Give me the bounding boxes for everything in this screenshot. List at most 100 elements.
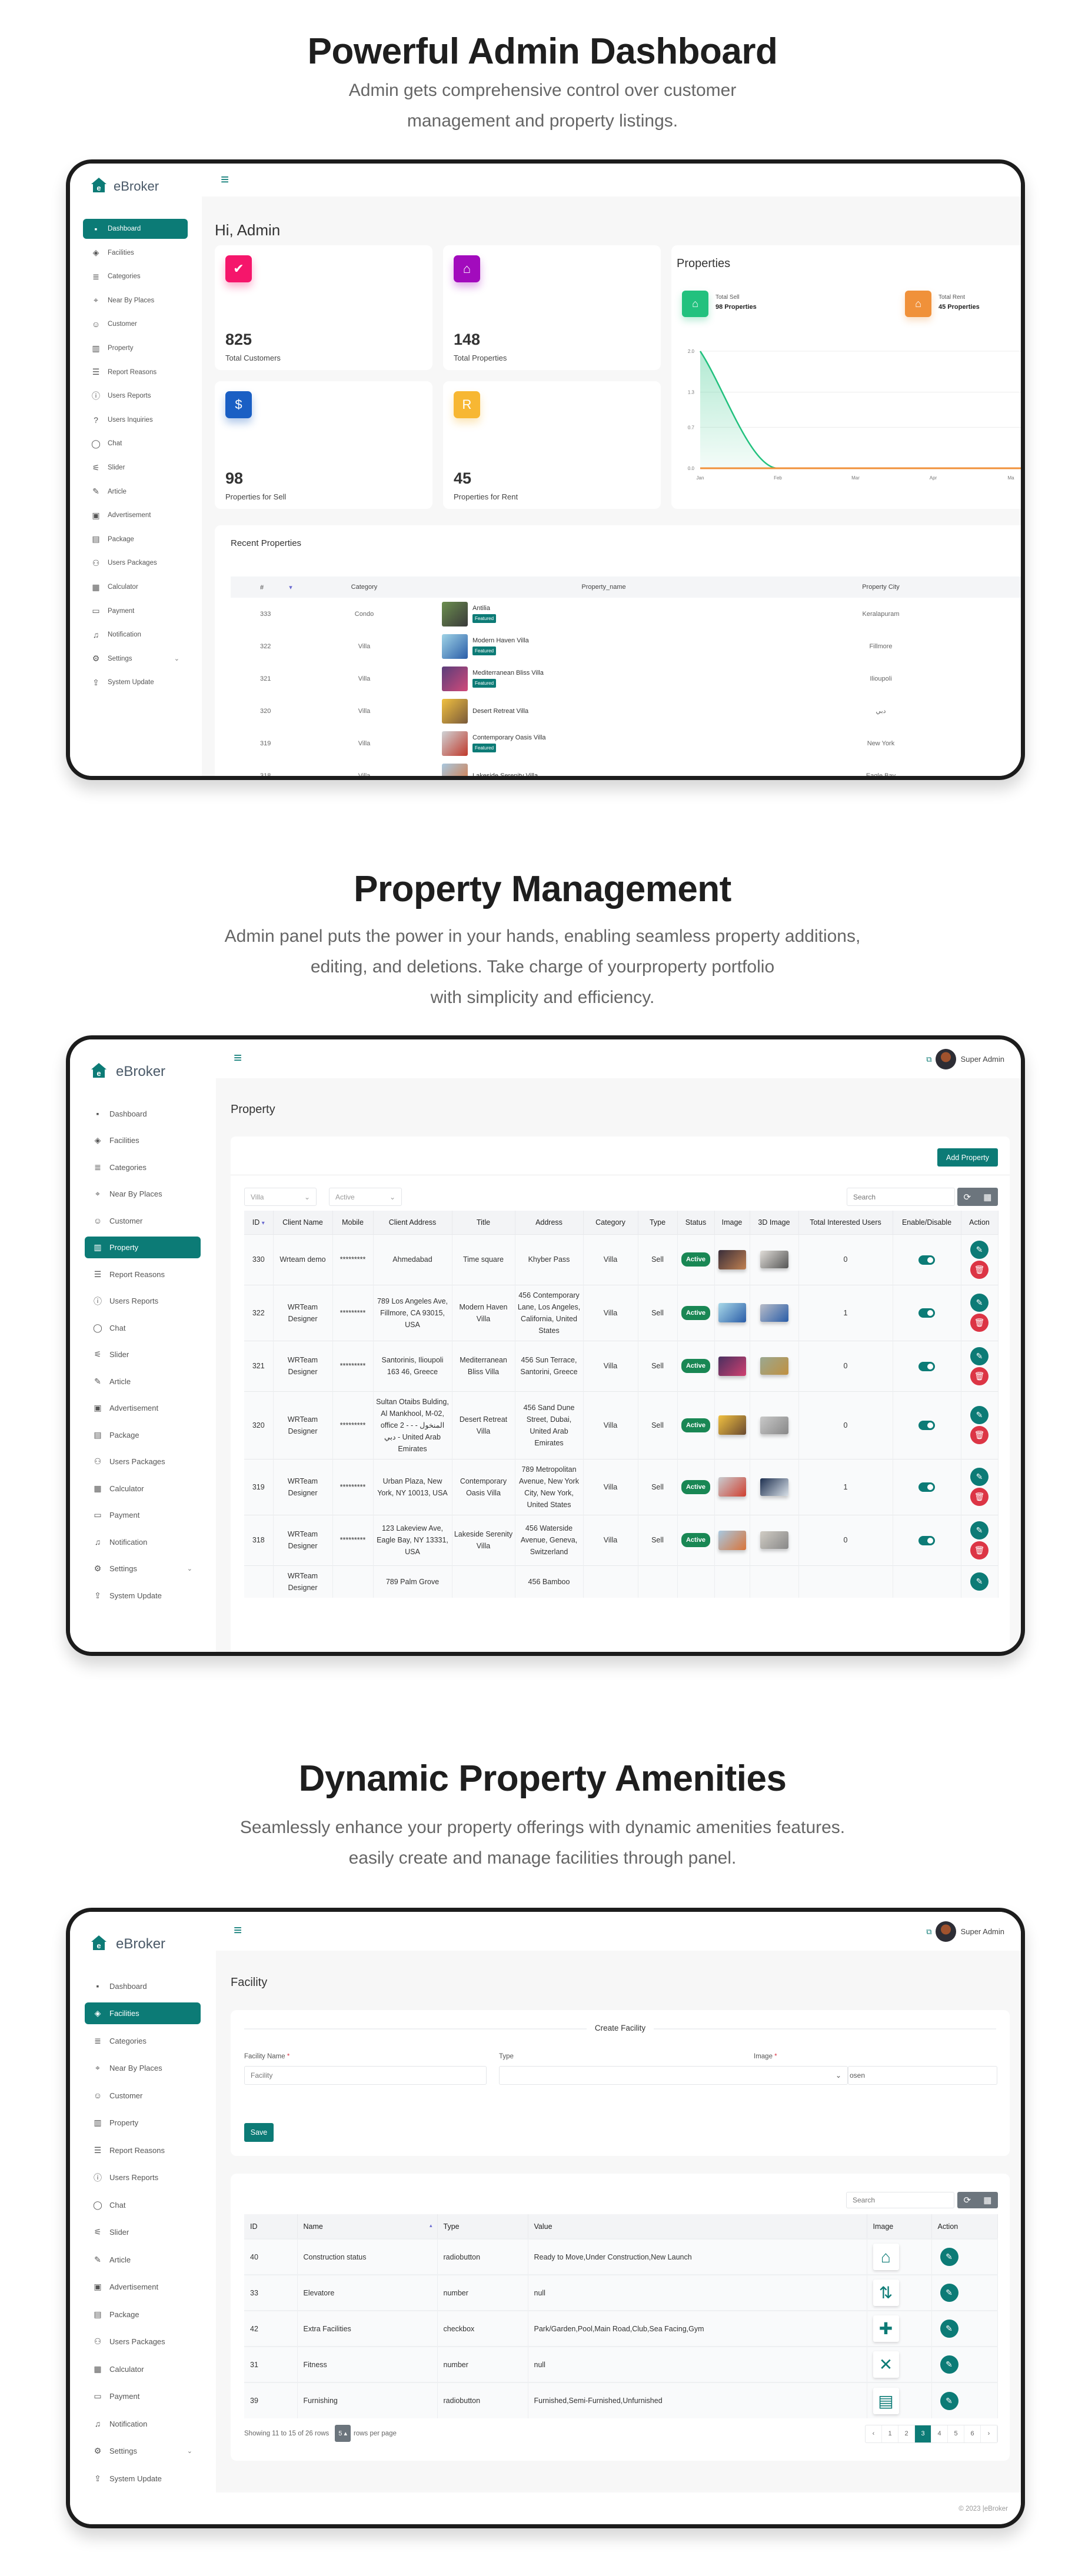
sidebar-item-system-update[interactable]: ⇪ System Update bbox=[85, 2468, 201, 2490]
sidebar-item-slider[interactable]: ⚟ Slider bbox=[85, 2221, 201, 2243]
sidebar-item-advertisement[interactable]: ▣ Advertisement bbox=[85, 1397, 201, 1419]
table-row[interactable]: 320 WRTeam Designer ********* Sultan Otaib… bbox=[244, 1391, 999, 1459]
table-row[interactable]: 40 Construction status radiobutton Ready to… bbox=[244, 2238, 998, 2275]
delete-icon[interactable]: 🗑︎ bbox=[970, 1488, 989, 1506]
page-5-button[interactable]: 5 bbox=[948, 2425, 964, 2442]
edit-icon[interactable]: ✎ bbox=[970, 1240, 989, 1259]
table-row[interactable]: 322 Villa Modern Haven Villa Featured Fill… bbox=[231, 630, 1021, 662]
column-header[interactable]: Title bbox=[452, 1211, 515, 1234]
column-header[interactable]: Action bbox=[961, 1211, 999, 1234]
sidebar-item-categories[interactable]: ≣ Categories bbox=[85, 2030, 201, 2052]
user-menu[interactable]: ⧉ Super Admin bbox=[926, 1049, 1004, 1069]
property-image[interactable] bbox=[718, 1415, 746, 1435]
property-3d-image[interactable] bbox=[760, 1304, 788, 1322]
table-row[interactable]: 319 Villa Contemporary Oasis Villa Feature… bbox=[231, 727, 1021, 759]
type-select[interactable]: ⌄ bbox=[499, 2066, 848, 2085]
edit-icon[interactable]: ✎ bbox=[940, 2391, 958, 2410]
column-header[interactable]: Client Name bbox=[273, 1211, 333, 1234]
sidebar-item-article[interactable]: ✎ Article bbox=[83, 482, 188, 502]
column-header[interactable]: Name ▴ bbox=[297, 2214, 438, 2239]
enable-toggle[interactable] bbox=[918, 1421, 935, 1431]
property-3d-image[interactable] bbox=[760, 1478, 788, 1496]
sidebar-item-slider[interactable]: ⚟ Slider bbox=[83, 458, 188, 478]
sidebar-item-report-reasons[interactable]: ☰ Report Reasons bbox=[85, 1264, 201, 1285]
edit-icon[interactable]: ✎ bbox=[940, 2355, 958, 2374]
sidebar-item-notification[interactable]: ♫ Notification bbox=[85, 1531, 201, 1553]
sidebar-item-customer[interactable]: ☺ Customer bbox=[83, 314, 188, 334]
page-3-button[interactable]: 3 bbox=[915, 2425, 931, 2442]
sidebar-item-package[interactable]: ▤ Package bbox=[83, 529, 188, 549]
enable-toggle[interactable] bbox=[918, 1255, 935, 1265]
sidebar-item-settings[interactable]: ⚙ Settings ⌄ bbox=[85, 2440, 201, 2462]
sidebar-item-categories[interactable]: ≣ Categories bbox=[83, 266, 188, 286]
table-row[interactable]: 318 WRTeam Designer ********* 123 Lakeview… bbox=[244, 1514, 999, 1565]
translate-icon[interactable]: ⧉ bbox=[926, 1055, 931, 1064]
columns-icon[interactable]: ▦ bbox=[983, 1192, 991, 1202]
column-header[interactable]: Value bbox=[528, 2214, 867, 2239]
table-row[interactable]: 320 Villa Desert Retreat Villa دبي bbox=[231, 695, 1021, 727]
column-header[interactable]: ID bbox=[244, 2214, 298, 2239]
sidebar-item-users-reports[interactable]: ⓘ Users Reports bbox=[85, 2167, 201, 2188]
sidebar-item-report-reasons[interactable]: ☰ Report Reasons bbox=[85, 2140, 201, 2161]
page-2-button[interactable]: 2 bbox=[898, 2425, 915, 2442]
sidebar-item-settings[interactable]: ⚙ Settings ⌄ bbox=[85, 1558, 201, 1579]
column-header[interactable]: Property City bbox=[788, 576, 974, 598]
sidebar-item-dashboard[interactable]: ▪ Dashboard bbox=[83, 219, 188, 239]
page-1-button[interactable]: 1 bbox=[882, 2425, 898, 2442]
sidebar-item-system-update[interactable]: ⇪ System Update bbox=[83, 672, 188, 692]
sidebar-item-users-packages[interactable]: ⚇ Users Packages bbox=[83, 553, 188, 573]
sidebar-item-article[interactable]: ✎ Article bbox=[85, 2249, 201, 2271]
delete-icon[interactable]: 🗑︎ bbox=[970, 1367, 989, 1385]
sidebar-item-package[interactable]: ▤ Package bbox=[85, 1424, 201, 1446]
columns-icon[interactable]: ▦ bbox=[983, 2195, 991, 2205]
refresh-icon[interactable]: ⟳ bbox=[964, 1192, 971, 1202]
delete-icon[interactable]: 🗑︎ bbox=[970, 1314, 989, 1332]
sidebar-item-payment[interactable]: ▭ Payment bbox=[85, 1504, 201, 1526]
sidebar-item-dashboard[interactable]: ▪ Dashboard bbox=[85, 1103, 201, 1125]
category-filter-select[interactable]: Villa ⌄ bbox=[244, 1188, 317, 1206]
edit-icon[interactable]: ✎ bbox=[940, 2320, 958, 2338]
sidebar-item-facilities[interactable]: ◈ Facilities bbox=[83, 243, 188, 263]
save-button[interactable]: Save bbox=[244, 2123, 274, 2142]
sidebar-item-facilities[interactable]: ◈ Facilities bbox=[85, 1129, 201, 1151]
sidebar-item-users-packages[interactable]: ⚇ Users Packages bbox=[85, 2331, 201, 2352]
sidebar-item-users-reports[interactable]: ⓘ Users Reports bbox=[83, 386, 188, 406]
sidebar-item-package[interactable]: ▤ Package bbox=[85, 2304, 201, 2325]
sidebar-item-near-by-places[interactable]: ⌖ Near By Places bbox=[85, 2057, 201, 2079]
column-header[interactable]: Enable/Disable bbox=[893, 1211, 961, 1234]
column-header[interactable]: Action bbox=[931, 2214, 998, 2239]
enable-toggle[interactable] bbox=[918, 1535, 935, 1545]
table-row[interactable]: 39 Furnishing radiobutton Furnished,Semi-Fu… bbox=[244, 2382, 998, 2418]
page-prev-button[interactable]: ‹ bbox=[866, 2425, 882, 2442]
sidebar-item-categories[interactable]: ≣ Categories bbox=[85, 1157, 201, 1178]
edit-icon[interactable]: ✎ bbox=[970, 1572, 989, 1591]
table-row[interactable]: 318 Villa Lakeside Serenity Villa Eagle B… bbox=[231, 759, 1021, 776]
sidebar-item-slider[interactable]: ⚟ Slider bbox=[85, 1344, 201, 1365]
sidebar-item-chat[interactable]: ◯ Chat bbox=[85, 2194, 201, 2216]
column-header[interactable]: Type bbox=[437, 2214, 528, 2239]
table-row[interactable]: 321 WRTeam Designer ********* Santorinis, … bbox=[244, 1340, 999, 1391]
property-3d-image[interactable] bbox=[760, 1357, 788, 1375]
column-header[interactable]: 3D Image bbox=[750, 1211, 799, 1234]
sidebar-item-settings[interactable]: ⚙ Settings ⌄ bbox=[83, 649, 188, 669]
sidebar-item-property[interactable]: ▥ Property bbox=[85, 1237, 201, 1258]
column-header[interactable]: Property_name bbox=[420, 576, 788, 598]
sidebar-item-calculator[interactable]: ▦ Calculator bbox=[85, 2358, 201, 2380]
menu-toggle-icon[interactable]: ≡ bbox=[234, 1051, 242, 1065]
sidebar-item-calculator[interactable]: ▦ Calculator bbox=[85, 1478, 201, 1499]
page-next-button[interactable]: › bbox=[981, 2425, 997, 2442]
delete-icon[interactable]: 🗑︎ bbox=[970, 1426, 989, 1444]
sidebar-item-near-by-places[interactable]: ⌖ Near By Places bbox=[83, 291, 188, 311]
table-row[interactable]: WRTeam Designer 789 Palm Grove 456 Bamboo… bbox=[244, 1565, 999, 1598]
sidebar-item-payment[interactable]: ▭ Payment bbox=[83, 601, 188, 621]
sidebar-item-users-inquiries[interactable]: ? Users Inquiries bbox=[83, 410, 188, 430]
sidebar-item-users-reports[interactable]: ⓘ Users Reports bbox=[85, 1290, 201, 1312]
edit-icon[interactable]: ✎ bbox=[940, 2248, 958, 2266]
enable-toggle[interactable] bbox=[918, 1361, 935, 1371]
enable-toggle[interactable] bbox=[918, 1482, 935, 1492]
sidebar-item-notification[interactable]: ♫ Notification bbox=[85, 2413, 201, 2435]
delete-icon[interactable]: 🗑︎ bbox=[970, 1260, 989, 1279]
property-image[interactable] bbox=[718, 1249, 746, 1269]
edit-icon[interactable]: ✎ bbox=[970, 1294, 989, 1312]
property-image[interactable] bbox=[718, 1356, 746, 1376]
